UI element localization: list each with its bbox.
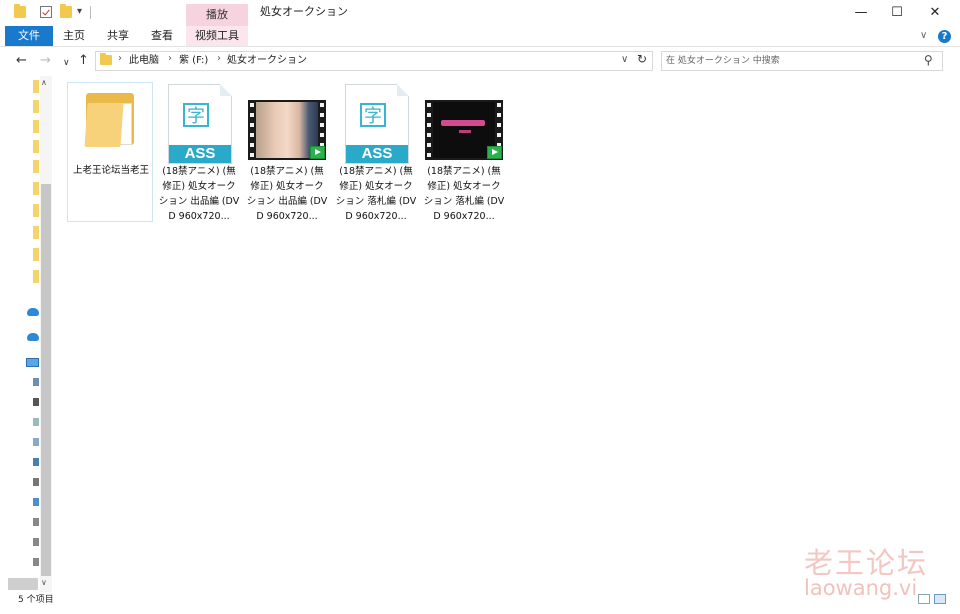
nav-folder-icon[interactable] xyxy=(33,204,39,217)
details-view-icon[interactable] xyxy=(918,594,930,604)
new-folder-icon[interactable] xyxy=(60,4,72,18)
video-thumbnail xyxy=(425,100,503,160)
nav-folder-icon[interactable] xyxy=(33,140,39,153)
tab-file[interactable]: 文件 xyxy=(5,26,53,46)
window-title: 処女オークション xyxy=(260,5,348,18)
onedrive-icon[interactable] xyxy=(27,308,39,316)
tab-home[interactable]: 主页 xyxy=(56,26,92,46)
nav-scrollbar-thumb[interactable] xyxy=(41,184,51,576)
breadcrumb-separator: › xyxy=(118,53,122,64)
scroll-down-icon[interactable]: ∨ xyxy=(41,578,47,587)
tab-video-tools[interactable]: 视频工具 xyxy=(186,26,248,46)
nav-music-icon[interactable] xyxy=(33,478,39,486)
context-tab-play: 播放 xyxy=(186,4,248,26)
refresh-icon[interactable]: ↻ xyxy=(637,52,647,66)
up-button[interactable]: ↑ xyxy=(78,53,89,69)
title-bar: ▾ xyxy=(0,0,960,26)
file-item-subtitle[interactable]: 字 ASS (18禁アニメ) (無修正) 処女オークション 落札編 (DVD 9… xyxy=(333,82,419,222)
folder-icon[interactable] xyxy=(14,4,26,18)
nav-horizontal-scrollbar-thumb[interactable] xyxy=(8,578,38,590)
play-icon xyxy=(310,146,325,159)
file-item-video[interactable]: (18禁アニメ) (無修正) 処女オークション 落札編 (DVD 960x720… xyxy=(421,82,507,222)
breadcrumb-separator: › xyxy=(217,53,221,64)
back-button[interactable]: ← xyxy=(16,53,27,69)
file-item-subtitle[interactable]: 字 ASS (18禁アニメ) (無修正) 処女オークション 出品編 (DVD 9… xyxy=(156,82,242,222)
recent-locations-button[interactable]: ∨ xyxy=(63,55,70,71)
play-icon xyxy=(487,146,502,159)
nav-folder-icon[interactable] xyxy=(33,80,39,93)
video-frame xyxy=(433,102,495,158)
item-count: 5 个项目 xyxy=(18,595,54,605)
breadcrumb-separator: › xyxy=(168,53,172,64)
close-button[interactable]: ✕ xyxy=(912,0,958,26)
file-name: (18禁アニメ) (無修正) 処女オークション 出品編 (DVD 960x720… xyxy=(246,166,328,222)
ribbon-divider xyxy=(0,46,960,47)
ass-subtitle-icon: 字 ASS xyxy=(345,84,409,164)
search-input[interactable] xyxy=(666,53,916,68)
nav-folder-icon[interactable] xyxy=(33,270,39,283)
file-name: 上老王论坛当老王 xyxy=(72,165,149,176)
breadcrumb-current-folder[interactable]: 処女オークション xyxy=(227,54,307,67)
tab-view[interactable]: 查看 xyxy=(144,26,180,46)
quick-access-divider xyxy=(90,6,91,19)
address-dropdown-icon[interactable]: ∨ xyxy=(621,54,628,65)
video-thumbnail xyxy=(248,100,326,160)
nav-folder-icon[interactable] xyxy=(33,120,39,133)
tab-share[interactable]: 共享 xyxy=(100,26,136,46)
nav-3d-objects-icon[interactable] xyxy=(33,378,39,386)
nav-folder-icon[interactable] xyxy=(33,182,39,195)
file-item-folder[interactable]: 上老王论坛当老王 xyxy=(67,82,153,222)
large-icons-view-icon[interactable] xyxy=(934,594,946,604)
nav-videos-icon[interactable] xyxy=(33,398,39,406)
nav-folder-icon[interactable] xyxy=(33,248,39,261)
nav-desktop-icon[interactable] xyxy=(33,498,39,506)
ribbon-tabs: 文件 主页 共享 查看 视频工具 xyxy=(0,26,960,46)
forward-button[interactable]: → xyxy=(40,53,51,69)
nav-folder-icon[interactable] xyxy=(33,160,39,173)
folder-icon xyxy=(100,53,112,65)
nav-drive-icon[interactable] xyxy=(33,558,39,566)
folder-front-icon xyxy=(84,103,124,147)
video-frame xyxy=(256,102,318,158)
onedrive-icon[interactable] xyxy=(27,333,39,341)
customize-quick-access-icon[interactable]: ▾ xyxy=(77,6,82,17)
nav-downloads-icon[interactable] xyxy=(33,458,39,466)
search-icon[interactable]: ⚲ xyxy=(924,53,933,67)
nav-pictures-icon[interactable] xyxy=(33,418,39,426)
file-item-video[interactable]: (18禁アニメ) (無修正) 処女オークション 出品編 (DVD 960x720… xyxy=(244,82,330,222)
this-pc-icon[interactable] xyxy=(26,358,39,367)
ass-subtitle-icon: 字 ASS xyxy=(168,84,232,164)
file-name: (18禁アニメ) (無修正) 処女オークション 落札編 (DVD 960x720… xyxy=(423,166,505,222)
file-name: (18禁アニメ) (無修正) 処女オークション 出品編 (DVD 960x720… xyxy=(158,166,240,222)
file-name: (18禁アニメ) (無修正) 処女オークション 落札編 (DVD 960x720… xyxy=(335,166,417,222)
nav-drive-icon[interactable] xyxy=(33,518,39,526)
ass-badge: ASS xyxy=(346,145,408,163)
ribbon-collapse-icon[interactable]: ∨ xyxy=(920,30,927,41)
nav-folder-icon[interactable] xyxy=(33,100,39,113)
subtitle-glyph: 字 xyxy=(360,103,386,127)
subtitle-glyph: 字 xyxy=(183,103,209,127)
nav-folder-icon[interactable] xyxy=(33,226,39,239)
properties-icon[interactable] xyxy=(40,6,52,18)
video-title-card xyxy=(441,120,485,126)
help-icon[interactable]: ? xyxy=(938,30,951,43)
breadcrumb-this-pc[interactable]: 此电脑 xyxy=(129,54,159,67)
ass-badge: ASS xyxy=(169,145,231,163)
nav-documents-icon[interactable] xyxy=(33,438,39,446)
scroll-up-icon[interactable]: ∧ xyxy=(41,78,47,87)
nav-drive-icon[interactable] xyxy=(33,538,39,546)
breadcrumb-drive[interactable]: 紫 (F:) xyxy=(179,54,208,67)
watermark-url: laowang.vi xyxy=(804,576,918,600)
